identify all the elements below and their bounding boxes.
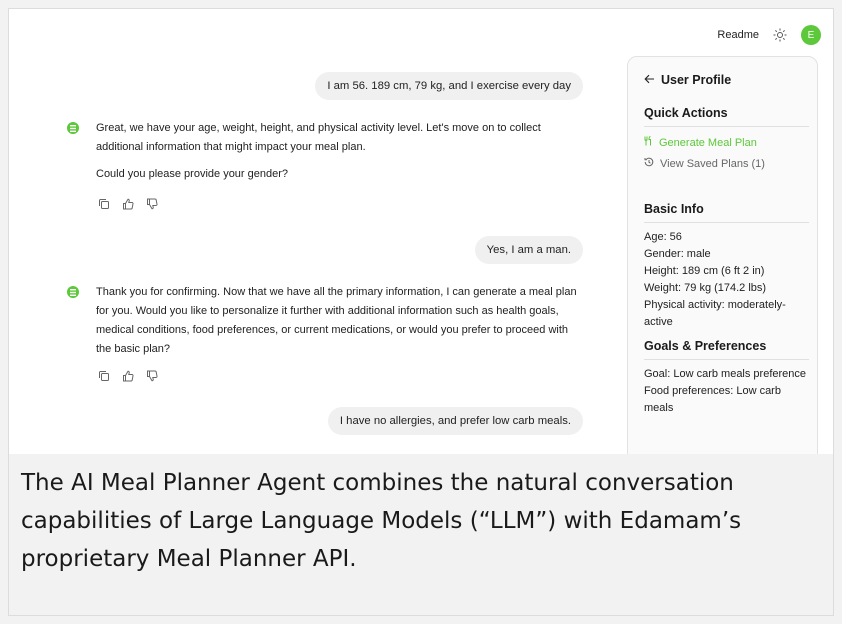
caption-text: The AI Meal Planner Agent combines the n…	[21, 470, 742, 572]
info-height: Height: 189 cm (6 ft 2 in)	[644, 265, 765, 277]
top-bar: Readme E	[717, 25, 821, 45]
generate-meal-plan-label: Generate Meal Plan	[659, 137, 757, 149]
info-gender: Gender: male	[644, 248, 711, 260]
assistant-message-text: Could you please provide your gender?	[96, 168, 289, 180]
basic-info-list: Age: 56 Gender: male Height: 189 cm (6 f…	[644, 229, 809, 331]
assistant-logo-icon	[67, 122, 79, 134]
assistant-message: Thank you for confirming. Now that we ha…	[67, 283, 577, 359]
assistant-message: Great, we have your age, weight, height,…	[67, 119, 577, 184]
basic-info-title: Basic Info	[644, 202, 809, 223]
view-saved-plans-button[interactable]: View Saved Plans (1)	[644, 156, 809, 172]
goals-title: Goals & Preferences	[644, 339, 809, 360]
thumbs-up-icon[interactable]	[122, 370, 134, 382]
goals-section: Goals & Preferences Goal: Low carb meals…	[644, 339, 809, 417]
goal-item: Goal: Low carb meals preference	[644, 368, 807, 380]
quick-actions-section: Quick Actions Generate Meal Plan View Sa…	[644, 106, 809, 172]
food-preferences-item: Food preferences: Low carb meals	[644, 385, 781, 414]
assistant-message-text: Thank you for confirming. Now that we ha…	[96, 286, 577, 355]
user-avatar[interactable]: E	[801, 25, 821, 45]
basic-info-section: Basic Info Age: 56 Gender: male Height: …	[644, 202, 809, 331]
sun-icon[interactable]	[771, 26, 789, 44]
copy-icon[interactable]	[98, 198, 110, 210]
view-saved-plans-label: View Saved Plans (1)	[660, 158, 765, 170]
assistant-message-text: Great, we have your age, weight, height,…	[96, 122, 541, 153]
arrow-left-icon	[644, 73, 655, 87]
message-actions	[98, 370, 158, 382]
copy-icon[interactable]	[98, 370, 110, 382]
screenshot-card: Readme E I am 56. 189 cm, 79 kg, and I e…	[8, 8, 834, 616]
generate-meal-plan-button[interactable]: Generate Meal Plan	[644, 135, 809, 151]
info-activity: Physical activity: moderately-active	[644, 299, 786, 328]
assistant-logo-icon	[67, 286, 79, 298]
message-actions	[98, 198, 158, 210]
meal-planner-app: Readme E I am 56. 189 cm, 79 kg, and I e…	[9, 9, 833, 454]
profile-back-button[interactable]: User Profile	[644, 73, 809, 87]
thumbs-down-icon[interactable]	[146, 198, 158, 210]
quick-actions-title: Quick Actions	[644, 106, 809, 127]
user-message: Yes, I am a man.	[474, 236, 583, 264]
user-message: I have no allergies, and prefer low carb…	[327, 407, 583, 435]
user-message: I am 56. 189 cm, 79 kg, and I exercise e…	[315, 72, 583, 100]
readme-link[interactable]: Readme	[717, 29, 759, 41]
thumbs-down-icon[interactable]	[146, 370, 158, 382]
history-icon	[644, 156, 654, 172]
user-profile-panel: User Profile Quick Actions Generate Meal…	[627, 56, 818, 454]
profile-title: User Profile	[661, 73, 732, 87]
info-age: Age: 56	[644, 231, 682, 243]
goals-list: Goal: Low carb meals preference Food pre…	[644, 366, 809, 417]
info-weight: Weight: 79 kg (174.2 lbs)	[644, 282, 767, 294]
utensils-icon	[644, 135, 653, 151]
thumbs-up-icon[interactable]	[122, 198, 134, 210]
